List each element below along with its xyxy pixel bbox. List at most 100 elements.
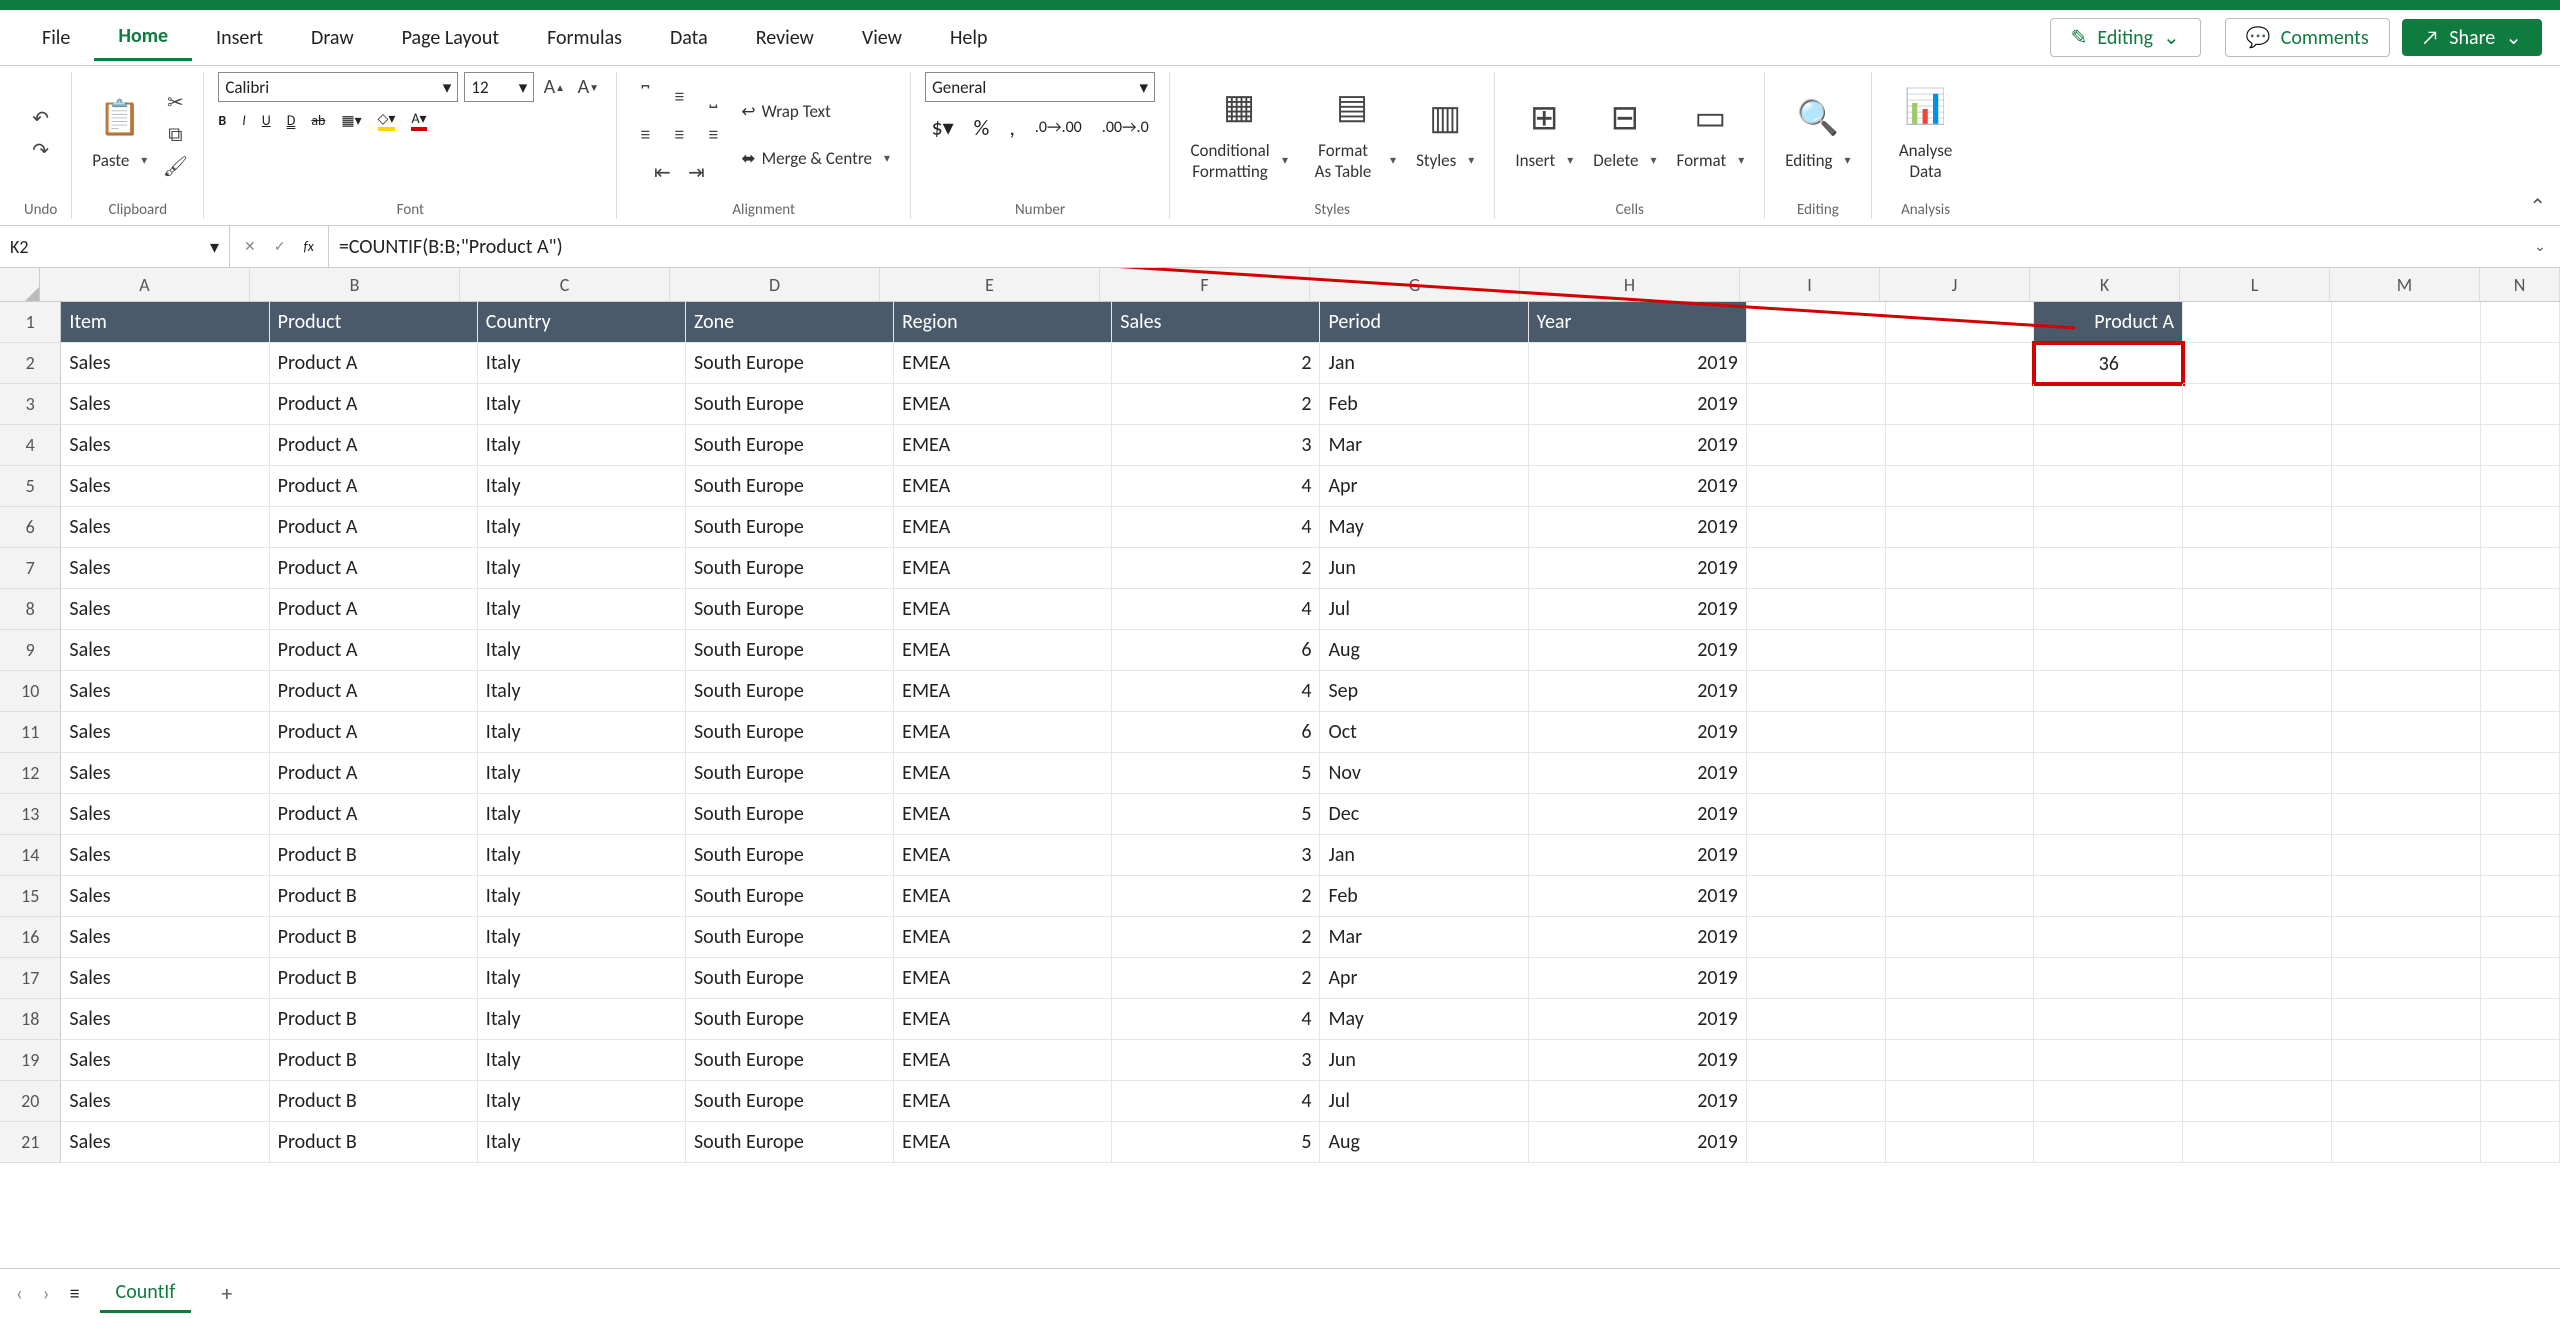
cell-A9[interactable]: Sales [61, 630, 269, 671]
cell-L4[interactable] [2183, 425, 2332, 466]
cell-A17[interactable]: Sales [61, 958, 269, 999]
cell-C7[interactable]: Italy [478, 548, 686, 589]
cell-K15[interactable] [2034, 876, 2183, 917]
tab-review[interactable]: Review [732, 16, 838, 60]
cell-C15[interactable]: Italy [478, 876, 686, 917]
cell-A4[interactable]: Sales [61, 425, 269, 466]
cell-I15[interactable] [1747, 876, 1886, 917]
cell-A8[interactable]: Sales [61, 589, 269, 630]
cell-L12[interactable] [2183, 753, 2332, 794]
cell-G8[interactable]: Jul [1320, 589, 1528, 630]
cell-I10[interactable] [1747, 671, 1886, 712]
cell-E11[interactable]: EMEA [894, 712, 1112, 753]
cell-L7[interactable] [2183, 548, 2332, 589]
cell-H7[interactable]: 2019 [1529, 548, 1747, 589]
cell-F2[interactable]: 2 [1112, 343, 1320, 384]
decrease-decimal-button[interactable]: .00→.0 [1102, 118, 1149, 137]
cell-M10[interactable] [2332, 671, 2481, 712]
cell-L5[interactable] [2183, 466, 2332, 507]
cell-A18[interactable]: Sales [61, 999, 269, 1040]
cell-M6[interactable] [2332, 507, 2481, 548]
col-header-I[interactable]: I [1740, 268, 1880, 301]
cell-K3[interactable] [2034, 384, 2183, 425]
tab-data[interactable]: Data [646, 16, 732, 60]
analyse-data-button[interactable]: 📊Analyse Data [1886, 84, 1966, 186]
cell-I13[interactable] [1747, 794, 1886, 835]
cell-N19[interactable] [2481, 1040, 2560, 1081]
cell-C3[interactable]: Italy [478, 384, 686, 425]
number-format-select[interactable]: General▾ [925, 72, 1155, 102]
tab-view[interactable]: View [838, 16, 926, 60]
cell-F10[interactable]: 4 [1112, 671, 1320, 712]
cell-M20[interactable] [2332, 1081, 2481, 1122]
cell-N8[interactable] [2481, 589, 2560, 630]
cell-D8[interactable]: South Europe [686, 589, 894, 630]
tab-help[interactable]: Help [926, 16, 1012, 60]
formula-bar[interactable]: =COUNTIF(B:B;"Product A") [329, 226, 2520, 267]
cell-I11[interactable] [1747, 712, 1886, 753]
cell-C8[interactable]: Italy [478, 589, 686, 630]
cell-L19[interactable] [2183, 1040, 2332, 1081]
bold-button[interactable]: B [218, 112, 226, 129]
cell-L6[interactable] [2183, 507, 2332, 548]
insert-cells-button[interactable]: ⊞Insert [1509, 94, 1579, 175]
cell-L9[interactable] [2183, 630, 2332, 671]
comma-button[interactable]: , [1009, 114, 1015, 141]
cell-B8[interactable]: Product A [270, 589, 478, 630]
cell-C6[interactable]: Italy [478, 507, 686, 548]
cell-H8[interactable]: 2019 [1529, 589, 1747, 630]
cell-B13[interactable]: Product A [270, 794, 478, 835]
formula-expand-icon[interactable]: ⌄ [2520, 226, 2560, 267]
cell-M14[interactable] [2332, 835, 2481, 876]
cell-E21[interactable]: EMEA [894, 1122, 1112, 1163]
cell-D14[interactable]: South Europe [686, 835, 894, 876]
cell-M13[interactable] [2332, 794, 2481, 835]
cell-K1[interactable]: Product A [2034, 302, 2183, 343]
cell-K14[interactable] [2034, 835, 2183, 876]
cell-N11[interactable] [2481, 712, 2560, 753]
cell-L16[interactable] [2183, 917, 2332, 958]
strikethrough-button[interactable]: ab [311, 112, 325, 129]
cell-E15[interactable]: EMEA [894, 876, 1112, 917]
align-left-icon[interactable]: ≡ [631, 121, 659, 149]
cell-I7[interactable] [1747, 548, 1886, 589]
cell-I18[interactable] [1747, 999, 1886, 1040]
cell-G9[interactable]: Aug [1320, 630, 1528, 671]
cell-G11[interactable]: Oct [1320, 712, 1528, 753]
row-header-7[interactable]: 7 [0, 548, 61, 589]
cell-K16[interactable] [2034, 917, 2183, 958]
cell-H11[interactable]: 2019 [1529, 712, 1747, 753]
cell-K5[interactable] [2034, 466, 2183, 507]
cell-C1[interactable]: Country [478, 302, 686, 343]
cell-H12[interactable]: 2019 [1529, 753, 1747, 794]
cell-L18[interactable] [2183, 999, 2332, 1040]
cell-J8[interactable] [1886, 589, 2035, 630]
cell-D1[interactable]: Zone [686, 302, 894, 343]
cell-A5[interactable]: Sales [61, 466, 269, 507]
cell-B21[interactable]: Product B [270, 1122, 478, 1163]
cell-B14[interactable]: Product B [270, 835, 478, 876]
cell-F6[interactable]: 4 [1112, 507, 1320, 548]
col-header-E[interactable]: E [880, 268, 1100, 301]
add-sheet-button[interactable]: + [211, 1280, 242, 1307]
cell-L20[interactable] [2183, 1081, 2332, 1122]
cell-M12[interactable] [2332, 753, 2481, 794]
cell-H13[interactable]: 2019 [1529, 794, 1747, 835]
shrink-font-icon[interactable]: A▼ [574, 73, 602, 101]
cell-G17[interactable]: Apr [1320, 958, 1528, 999]
cell-E20[interactable]: EMEA [894, 1081, 1112, 1122]
cell-M21[interactable] [2332, 1122, 2481, 1163]
cell-D16[interactable]: South Europe [686, 917, 894, 958]
cell-N6[interactable] [2481, 507, 2560, 548]
cell-B12[interactable]: Product A [270, 753, 478, 794]
row-header-18[interactable]: 18 [0, 999, 61, 1040]
cell-L2[interactable] [2183, 343, 2332, 384]
border-button[interactable]: ▦▾ [341, 112, 361, 129]
row-header-5[interactable]: 5 [0, 466, 61, 507]
cell-D2[interactable]: South Europe [686, 343, 894, 384]
cell-J13[interactable] [1886, 794, 2035, 835]
row-header-12[interactable]: 12 [0, 753, 61, 794]
cell-E10[interactable]: EMEA [894, 671, 1112, 712]
cell-F3[interactable]: 2 [1112, 384, 1320, 425]
cell-G21[interactable]: Aug [1320, 1122, 1528, 1163]
